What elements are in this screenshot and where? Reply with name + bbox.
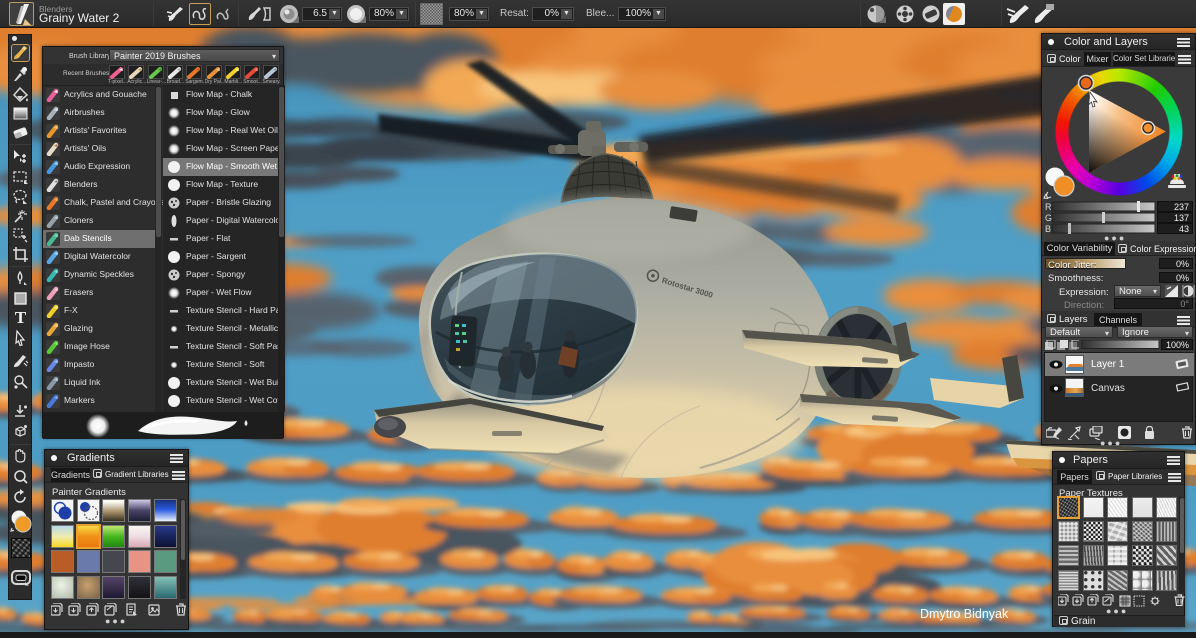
svg-text:G: G	[1045, 213, 1052, 223]
svg-text:R: R	[1045, 202, 1052, 212]
svg-text:B: B	[1045, 224, 1051, 234]
svg-text:Dmytro Bidnyak: Dmytro Bidnyak	[920, 607, 1009, 621]
